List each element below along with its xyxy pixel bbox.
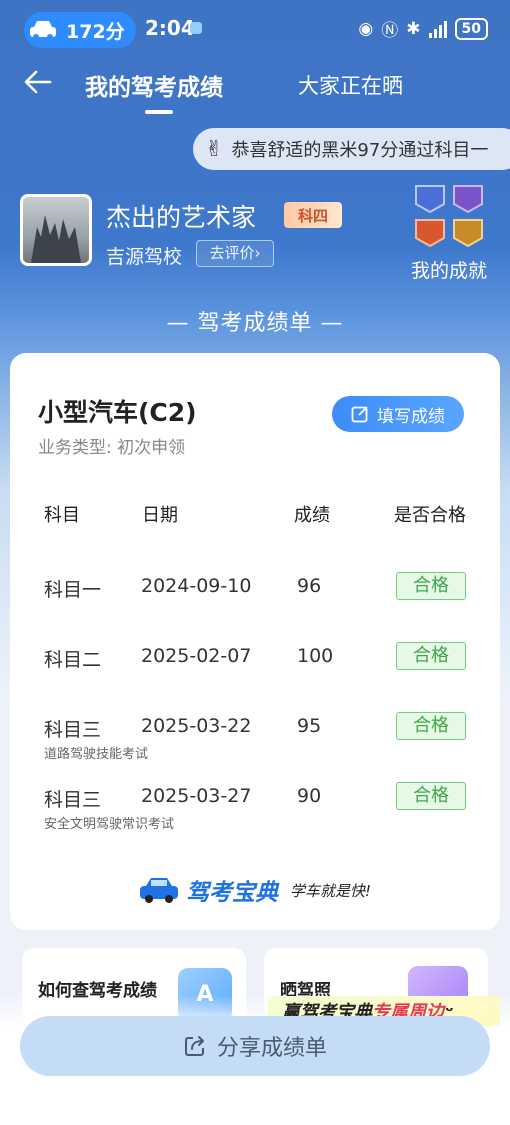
row-score: 95 [297,715,322,737]
driving-school: 吉源驾校 [106,246,183,268]
column-header-score: 成绩 [294,505,330,526]
chevron-right-icon: › [254,244,261,262]
signal-icon [428,20,447,38]
column-header-subject: 科目 [44,505,80,526]
brand-footer: 驾考宝典 学车就是快! [138,873,371,907]
share-icon [184,1036,204,1056]
share-button-label: 分享成绩单 [216,1036,327,1061]
row-score: 100 [297,645,334,667]
congrats-banner: ✌ 恭喜舒适的黑米97分通过科目一 [193,128,510,170]
business-type: 业务类型: 初次申领 [38,438,186,458]
fill-score-button[interactable]: 填写成绩 [332,396,464,432]
vehicle-type: 小型汽车(C2) [38,398,197,427]
achievements-label[interactable]: 我的成就 [411,256,487,283]
tab-everyone-sharing[interactable]: 大家正在晒 [298,70,403,100]
brand-name: 驾考宝典 [186,880,278,906]
pass-badge: 合格 [396,572,466,600]
review-button-label: 去评价 [209,244,255,262]
score-pill-text: 172分 [66,20,125,43]
row-note: 安全文明驾驶常识考试 [44,817,175,832]
subject-badge: 科四 [284,202,342,228]
row-date: 2025-03-27 [141,785,252,807]
row-subject: 科目三 [44,789,102,811]
column-header-result: 是否合格 [394,505,466,526]
avatar-image [31,215,81,263]
user-name: 杰出的艺术家 [106,203,257,232]
row-date: 2024-09-10 [141,575,252,597]
bluetooth-icon: ✱ [406,18,421,39]
battery-icon: 50 [454,17,488,40]
row-score: 96 [297,575,322,597]
review-button[interactable]: 去评价› [196,240,274,267]
row-date: 2025-03-22 [141,715,252,737]
nfc-icon: Ⓝ [381,21,399,41]
brand-slogan: 学车就是快! [290,881,372,900]
congrats-text: 恭喜舒适的黑米97分通过科目一 [231,140,489,161]
app-score-pill[interactable]: 172分 [24,12,136,48]
tab-indicator [145,110,173,114]
brand-car-icon [140,878,178,903]
column-header-date: 日期 [142,505,178,526]
car-icon [30,21,56,40]
victory-hand-icon: ✌ [205,136,224,162]
notification-icon [190,22,202,34]
pass-badge: 合格 [396,712,466,740]
tab-my-scores[interactable]: 我的驾考成绩 [85,68,223,102]
row-note: 道路驾驶技能考试 [44,747,149,762]
score-card: 小型汽车(C2) 业务类型: 初次申领 填写成绩 科目 日期 成绩 是否合格 科… [10,353,500,930]
section-title: — 驾考成绩单 — [166,311,344,336]
row-score: 90 [297,785,322,807]
system-icons: ◉ Ⓝ ✱ 50 [358,16,488,41]
achievement-medals-icon[interactable] [410,182,488,252]
clock: 2:04 [145,16,195,40]
row-subject: 科目三 [44,719,102,741]
row-subject: 科目二 [44,649,102,671]
back-arrow-icon[interactable] [22,66,54,98]
subject-badge-text: 科四 [297,206,328,225]
pass-badge: 合格 [396,782,466,810]
pass-badge: 合格 [396,642,466,670]
share-scores-button[interactable]: 分享成绩单 [20,1016,490,1076]
eye-icon: ◉ [358,18,374,39]
edit-icon [351,406,368,423]
row-subject: 科目一 [44,579,102,601]
fill-score-label: 填写成绩 [377,406,445,427]
status-bar: 172分 2:04 ◉ Ⓝ ✱ 50 [0,0,510,60]
row-date: 2025-02-07 [141,645,252,667]
avatar[interactable] [20,194,92,266]
